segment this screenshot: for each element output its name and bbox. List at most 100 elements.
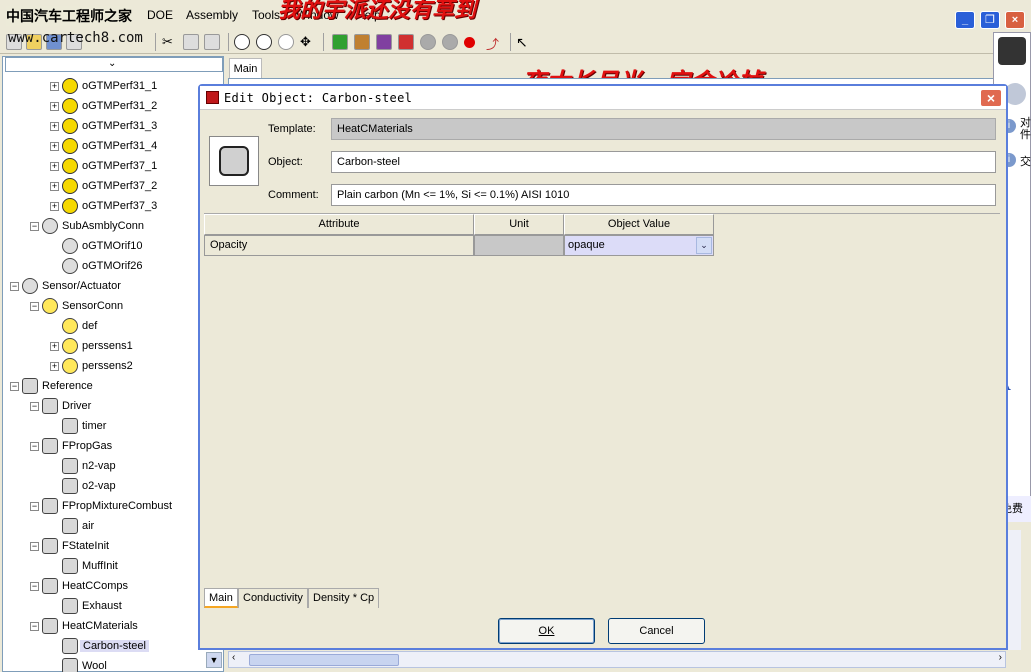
component-icon bbox=[42, 438, 58, 454]
overlay-slogan-top: 我的宇派还没有草到 bbox=[278, 0, 477, 23]
component-icon bbox=[62, 158, 78, 174]
tree-node-label: perssens2 bbox=[82, 360, 133, 372]
collapse-icon[interactable]: − bbox=[30, 502, 39, 511]
tree-node-label: o2-vap bbox=[82, 480, 116, 492]
side-link[interactable]: 交 bbox=[1020, 153, 1031, 169]
component-icon bbox=[62, 658, 78, 672]
record-icon[interactable] bbox=[464, 37, 475, 48]
tree-filter-combo[interactable]: ⌄ bbox=[5, 57, 223, 72]
tree-node-label: FPropMixtureCombust bbox=[62, 500, 173, 512]
component-icon bbox=[62, 318, 78, 334]
expand-icon[interactable]: + bbox=[50, 182, 59, 191]
zoom-out-icon[interactable] bbox=[256, 34, 272, 50]
scroll-right-icon[interactable]: › bbox=[999, 652, 1002, 663]
tab-density-cp[interactable]: Density * Cp bbox=[308, 588, 380, 608]
zoom-in-icon[interactable] bbox=[234, 34, 250, 50]
collapse-icon[interactable]: − bbox=[30, 622, 39, 631]
comment-field[interactable]: Plain carbon (Mn <= 1%, Si <= 0.1%) AISI… bbox=[331, 184, 996, 206]
restore-button[interactable]: ❐ bbox=[980, 11, 1000, 29]
expand-icon[interactable]: + bbox=[50, 82, 59, 91]
tab-conductivity[interactable]: Conductivity bbox=[238, 588, 308, 608]
tree-node-label: oGTMPerf37_2 bbox=[82, 180, 158, 192]
tree-node-label: SubAsmblyConn bbox=[62, 220, 144, 232]
avatar bbox=[998, 37, 1026, 65]
tab-main[interactable]: Main bbox=[229, 58, 262, 78]
collapse-icon[interactable]: − bbox=[30, 542, 39, 551]
expand-icon[interactable]: + bbox=[50, 142, 59, 151]
tree-node-label: MuffInit bbox=[82, 560, 118, 572]
expand-icon[interactable]: + bbox=[50, 102, 59, 111]
component-icon bbox=[42, 218, 58, 234]
chart-icon[interactable]: ⤴ bbox=[486, 34, 502, 52]
tree-node-label: Sensor/Actuator bbox=[42, 280, 121, 292]
menu-assembly[interactable]: Assembly bbox=[186, 8, 238, 22]
tree-node-label: SensorConn bbox=[62, 300, 124, 312]
expand-icon[interactable]: + bbox=[50, 202, 59, 211]
pan-icon[interactable]: ✥ bbox=[300, 34, 316, 50]
menu-tools[interactable]: Tools bbox=[252, 8, 280, 22]
app-icon bbox=[206, 91, 219, 104]
ok-button[interactable]: OK bbox=[498, 618, 595, 644]
opacity-select-value: opaque bbox=[568, 239, 605, 251]
paste-icon[interactable] bbox=[204, 34, 220, 50]
collapse-icon[interactable]: − bbox=[30, 402, 39, 411]
zoom-fit-icon[interactable] bbox=[278, 34, 294, 50]
grid-header-value[interactable]: Object Value bbox=[564, 214, 714, 235]
menu-doe[interactable]: DOE bbox=[147, 8, 173, 22]
toolbar: ✂ ✥ ⤴ ↖ 夜太长月光一定会冷掉 www.cartech8.com bbox=[0, 30, 995, 96]
tree-scroll-down[interactable]: ▼ bbox=[206, 652, 222, 668]
close-icon[interactable]: × bbox=[980, 89, 1002, 107]
gear-icon[interactable] bbox=[420, 34, 436, 50]
collapse-icon[interactable]: − bbox=[10, 382, 19, 391]
cut-icon[interactable]: ✂ bbox=[162, 34, 178, 50]
component-icon bbox=[42, 578, 58, 594]
grid-cell-unit bbox=[474, 235, 564, 256]
minimize-button[interactable]: _ bbox=[955, 11, 975, 29]
collapse-icon[interactable]: − bbox=[10, 282, 19, 291]
tree-node-label: timer bbox=[82, 420, 107, 432]
tree-node-label: Driver bbox=[62, 400, 92, 412]
component-icon bbox=[219, 146, 249, 176]
tree-node-label: air bbox=[82, 520, 95, 532]
template-label: Template: bbox=[268, 123, 316, 135]
tree-node-label: FPropGas bbox=[62, 440, 113, 452]
opacity-select[interactable]: opaque ⌄ bbox=[564, 235, 714, 256]
side-link[interactable]: 对件 bbox=[1020, 117, 1031, 141]
component-icon bbox=[62, 558, 78, 574]
chevron-down-icon[interactable]: ⌄ bbox=[696, 237, 712, 254]
horizontal-scrollbar[interactable]: ‹ › bbox=[228, 651, 1006, 668]
expand-icon[interactable]: + bbox=[50, 342, 59, 351]
plot-icon[interactable] bbox=[376, 34, 392, 50]
object-field[interactable]: Carbon-steel bbox=[331, 151, 996, 173]
collapse-icon[interactable]: − bbox=[30, 582, 39, 591]
table-icon[interactable] bbox=[398, 34, 414, 50]
menubar: 中国汽车工程师之家 DOE Assembly Tools Window Help… bbox=[0, 0, 1031, 30]
grid-header-attribute[interactable]: Attribute bbox=[204, 214, 474, 235]
component-icon bbox=[62, 258, 78, 274]
cancel-button[interactable]: Cancel bbox=[608, 618, 705, 644]
tree-node-label: Exhaust bbox=[82, 600, 122, 612]
collapse-icon[interactable]: − bbox=[30, 442, 39, 451]
scroll-left-icon[interactable]: ‹ bbox=[232, 652, 235, 663]
watermark-url: www.cartech8.com bbox=[8, 30, 143, 46]
collapse-icon[interactable]: − bbox=[30, 302, 39, 311]
cursor-icon[interactable]: ↖ bbox=[516, 34, 532, 50]
collapse-icon[interactable]: − bbox=[30, 222, 39, 231]
gear-icon[interactable] bbox=[442, 34, 458, 50]
tree-node-label: HeatCMaterials bbox=[62, 620, 138, 632]
component-icon bbox=[42, 298, 58, 314]
expand-icon[interactable]: + bbox=[50, 122, 59, 131]
grid-header-unit[interactable]: Unit bbox=[474, 214, 564, 235]
tree-node-label: oGTMPerf37_1 bbox=[82, 160, 158, 172]
component-icon bbox=[62, 458, 78, 474]
run-icon[interactable] bbox=[354, 34, 370, 50]
expand-icon[interactable]: + bbox=[50, 362, 59, 371]
expand-icon[interactable]: + bbox=[50, 162, 59, 171]
tab-main[interactable]: Main bbox=[204, 588, 238, 608]
close-app-button[interactable]: × bbox=[1005, 11, 1025, 29]
scroll-thumb[interactable] bbox=[249, 654, 399, 666]
copy-icon[interactable] bbox=[183, 34, 199, 50]
library-icon[interactable] bbox=[332, 34, 348, 50]
dialog-titlebar[interactable]: Edit Object: Carbon-steel × bbox=[200, 86, 1006, 110]
component-icon bbox=[42, 538, 58, 554]
